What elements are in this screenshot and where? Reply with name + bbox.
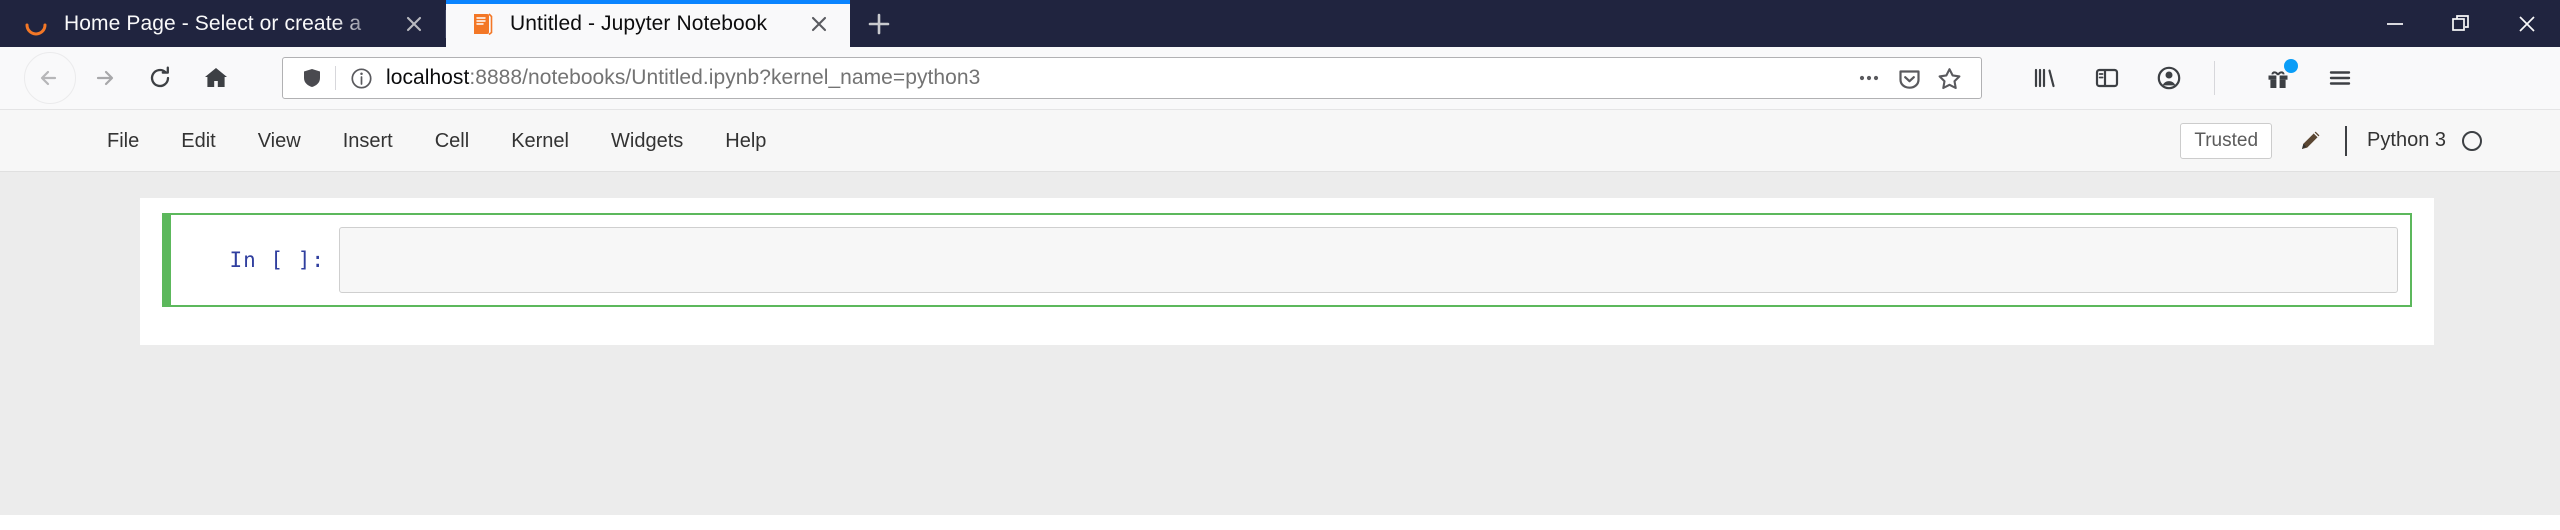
cell-code-input[interactable] [339, 227, 2398, 293]
notebook-container: In [ ]: [140, 198, 2434, 345]
jupyter-menu: File Edit View Insert Cell Kernel Widget… [86, 110, 787, 172]
home-icon[interactable] [188, 50, 244, 106]
menu-item-file[interactable]: File [86, 110, 160, 172]
browser-tab-home-page[interactable]: Home Page - Select or create a [0, 0, 445, 47]
kernel-status-indicator[interactable] [2462, 130, 2482, 151]
cell-prompt: In [ ]: [229, 248, 325, 272]
pencil-icon[interactable] [2298, 128, 2323, 153]
url-text[interactable]: localhost:8888/notebooks/Untitled.ipynb?… [386, 66, 1849, 90]
url-path: :8888/notebooks/Untitled.ipynb?kernel_na… [469, 66, 981, 89]
url-host: localhost [386, 66, 470, 89]
bookmark-star-icon[interactable] [1929, 58, 1969, 98]
browser-navigation-bar: localhost:8888/notebooks/Untitled.ipynb?… [0, 47, 2560, 110]
info-icon[interactable] [346, 66, 376, 91]
notebook-body: In [ ]: [0, 172, 2560, 515]
close-icon[interactable] [399, 9, 429, 39]
menu-item-cell[interactable]: Cell [414, 110, 490, 172]
reload-icon[interactable] [132, 50, 188, 106]
sidebar-icon[interactable] [2076, 50, 2138, 106]
forward-icon[interactable] [76, 50, 132, 106]
browser-toolbar-right [2014, 50, 2371, 106]
notebook-icon [468, 10, 496, 38]
jupyter-header-right: Trusted Python 3 [2180, 122, 2560, 159]
trusted-badge[interactable]: Trusted [2180, 122, 2273, 159]
restore-icon[interactable] [2428, 0, 2494, 47]
browser-tab-untitled-notebook[interactable]: Untitled - Jupyter Notebook [446, 0, 850, 47]
notification-badge [2284, 59, 2298, 73]
header-divider [2345, 125, 2348, 156]
url-bar[interactable]: localhost:8888/notebooks/Untitled.ipynb?… [282, 57, 1982, 99]
page-actions-icon[interactable] [1849, 58, 1889, 98]
browser-tab-title: Home Page - Select or create a [64, 11, 362, 35]
minimize-icon[interactable] [2362, 0, 2428, 47]
library-icon[interactable] [2014, 50, 2076, 106]
menu-item-edit[interactable]: Edit [160, 110, 236, 172]
window-controls [2362, 0, 2560, 47]
close-window-icon[interactable] [2494, 0, 2560, 47]
menu-item-widgets[interactable]: Widgets [590, 110, 704, 172]
menu-item-insert[interactable]: Insert [322, 110, 414, 172]
jupyter-logo-icon [22, 10, 50, 38]
menu-item-help[interactable]: Help [704, 110, 787, 172]
new-tab-button[interactable] [850, 0, 908, 47]
notebook-cell[interactable]: In [ ]: [162, 213, 2412, 307]
close-icon[interactable] [804, 9, 834, 39]
account-icon[interactable] [2138, 50, 2200, 106]
shield-icon[interactable] [297, 66, 327, 90]
menu-item-kernel[interactable]: Kernel [490, 110, 590, 172]
hamburger-menu-icon[interactable] [2309, 50, 2371, 106]
cell-selection-bar [162, 215, 171, 305]
kernel-name-label: Python 3 [2367, 129, 2446, 151]
toolbar-divider [2214, 61, 2215, 95]
gift-icon[interactable] [2247, 50, 2309, 106]
browser-tab-title: Untitled - Jupyter Notebook [510, 11, 768, 35]
pocket-icon[interactable] [1889, 58, 1929, 98]
url-divider [335, 66, 336, 90]
menu-item-view[interactable]: View [237, 110, 322, 172]
jupyter-menu-bar: File Edit View Insert Cell Kernel Widget… [0, 110, 2560, 172]
browser-tab-bar: Home Page - Select or create a Untitled … [0, 0, 2560, 47]
back-icon[interactable] [24, 52, 76, 104]
